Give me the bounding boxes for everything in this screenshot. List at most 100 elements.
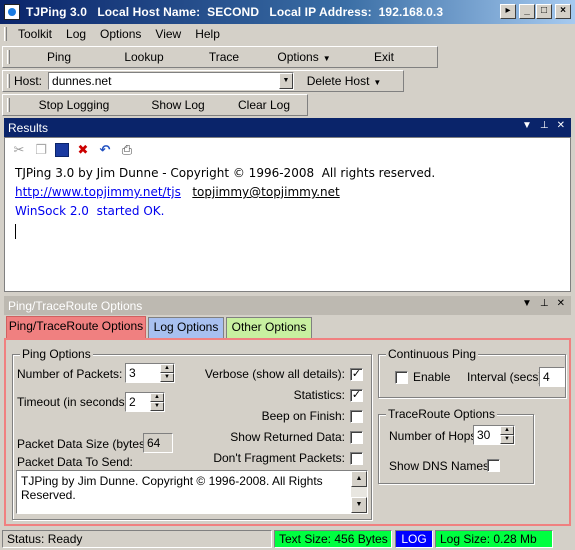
title-bar[interactable]: TJPing 3.0 Local Host Name: SECOND Local… [0,0,575,24]
dropdown-arrow-icon: ▼ [322,54,331,63]
dns-label: Show DNS Names: [389,459,493,473]
interval-stepper[interactable]: 4 [539,367,565,387]
scroll-up-icon[interactable]: ▲ [351,471,367,487]
interval-label: Interval (secs): [467,370,546,384]
delete-host-button[interactable]: Delete Host ▼ [294,74,394,88]
delete-icon[interactable]: ✖ [75,142,91,158]
toolbar-grip[interactable] [7,74,10,88]
menu-options[interactable]: Options [93,27,148,41]
spin-down-icon[interactable]: ▼ [160,373,174,382]
verbose-label: Verbose (show all details): [204,367,345,381]
toolbar-grip[interactable] [7,50,10,64]
enable-checkbox[interactable] [395,371,408,384]
tab-other-options[interactable]: Other Options [226,317,312,338]
minimize-button[interactable]: _ [519,4,535,19]
menubar-grip[interactable] [4,27,7,41]
email-link[interactable]: topjimmy@topjimmy.net [192,185,339,199]
delete-host-label: Delete Host [306,74,370,88]
scroll-right-icon[interactable]: ▸ [500,4,516,19]
packet-data-value: TJPing by Jim Dunne. Copyright © 1996-20… [21,474,323,502]
undo-icon[interactable]: ↶ [97,142,113,158]
dns-checkbox[interactable] [487,459,500,472]
packet-data-scrollbar[interactable]: ▲ ▼ [351,471,367,513]
spin-down-icon[interactable]: ▼ [150,402,164,411]
results-line: http://www.topjimmy.net/tjs topjimmy@top… [15,183,570,202]
show-returned-checkbox[interactable] [350,431,363,444]
stop-logging-button[interactable]: Stop Logging [14,98,134,112]
pane-close-icon[interactable]: ✕ [557,298,565,309]
beep-label: Beep on Finish: [261,409,345,423]
resize-grip-icon[interactable] [555,530,573,548]
show-log-button[interactable]: Show Log [134,98,222,112]
pane-close-icon[interactable]: ✕ [557,120,565,131]
tab-ping-traceroute[interactable]: Ping/TraceRoute Options [6,316,146,339]
results-pane[interactable]: ✂ ❐ ✖ ↶ ⎙ TJPing 3.0 by Jim Dunne - Copy… [4,137,571,292]
num-packets-stepper[interactable]: 3 ▲ ▼ [125,363,175,383]
hops-value: 30 [477,428,491,442]
toolbar-grip[interactable] [7,98,10,112]
trace-button[interactable]: Trace [184,50,264,64]
menu-view[interactable]: View [148,27,188,41]
timeout-stepper[interactable]: 2 ▲ ▼ [125,392,165,412]
copy-icon[interactable]: ❐ [33,142,49,158]
interval-value: 4 [543,370,550,384]
log-toolbar: Stop Logging Show Log Clear Log [2,94,308,116]
url-link[interactable]: http://www.topjimmy.net/tjs [15,185,181,199]
options-button[interactable]: Options ▼ [264,50,344,64]
check-icon: ✓ [351,368,362,380]
results-header: Results ▼ ⊥ ✕ [4,118,571,137]
text-cursor [15,224,16,239]
window-title: TJPing 3.0 Local Host Name: SECOND Local… [26,5,444,19]
text-size-panel: Text Size: 456 Bytes [274,530,392,548]
tab-body: Ping Options Number of Packets: 3 ▲ ▼ Tim… [4,338,571,526]
lookup-button[interactable]: Lookup [104,50,184,64]
options-header: Ping/TraceRoute Options ▼ ⊥ ✕ [4,296,571,315]
tab-log-options[interactable]: Log Options [148,317,224,338]
status-bar: Status: Ready Text Size: 456 Bytes LOG L… [0,528,575,550]
cut-icon[interactable]: ✂ [11,142,27,158]
host-value: dunnes.net [52,74,112,88]
spin-up-icon[interactable]: ▲ [160,364,174,373]
pane-menu-icon[interactable]: ▼ [522,120,532,131]
scroll-down-icon[interactable]: ▼ [351,497,367,513]
status-text: Status: Ready [2,530,272,548]
maximize-button[interactable]: □ [536,4,552,19]
traceroute-options-group: TraceRoute Options Number of Hops: 30 ▲ ▼… [378,407,534,484]
print-icon[interactable]: ⎙ [119,142,135,158]
show-returned-label: Show Returned Data: [230,430,345,444]
clear-log-button[interactable]: Clear Log [222,98,306,112]
num-packets-label: Number of Packets: [17,367,123,381]
options-title: Ping/TraceRoute Options [8,298,143,313]
close-button[interactable]: × [555,4,571,19]
timeout-label: Timeout (in seconds): [17,395,132,409]
menu-log[interactable]: Log [59,27,93,41]
log-size-panel: Log Size: 0.28 Mb [435,530,553,548]
combo-arrow-icon[interactable]: ▼ [279,73,294,89]
spin-up-icon[interactable]: ▲ [150,393,164,402]
verbose-checkbox[interactable]: ✓ [350,368,363,381]
beep-checkbox[interactable] [350,410,363,423]
spin-up-icon[interactable]: ▲ [500,426,514,435]
hops-label: Number of Hops: [389,429,480,443]
packet-size-label: Packet Data Size (bytes): [17,437,153,451]
statistics-checkbox[interactable]: ✓ [350,389,363,402]
packet-data-label: Packet Data To Send: [17,455,133,469]
pin-icon[interactable]: ⊥ [540,298,549,309]
timeout-value: 2 [129,395,136,409]
menu-toolkit[interactable]: Toolkit [11,27,59,41]
menu-help[interactable]: Help [188,27,227,41]
pane-menu-icon[interactable]: ▼ [522,298,532,309]
results-toolbar: ✂ ❐ ✖ ↶ ⎙ [5,138,570,162]
main-toolbar: Ping Lookup Trace Options ▼ Exit [2,46,438,68]
ping-button[interactable]: Ping [14,50,104,64]
select-all-icon[interactable] [55,143,69,157]
packet-data-field[interactable]: TJPing by Jim Dunne. Copyright © 1996-20… [16,470,368,514]
exit-button[interactable]: Exit [344,50,424,64]
hops-stepper[interactable]: 30 ▲ ▼ [473,425,515,445]
dont-fragment-checkbox[interactable] [350,452,363,465]
pin-icon[interactable]: ⊥ [540,120,549,131]
results-text[interactable]: TJPing 3.0 by Jim Dunne - Copyright © 19… [5,162,570,239]
spin-down-icon[interactable]: ▼ [500,435,514,444]
host-label: Host: [14,74,43,88]
host-combo[interactable]: dunnes.net ▼ [48,72,295,90]
